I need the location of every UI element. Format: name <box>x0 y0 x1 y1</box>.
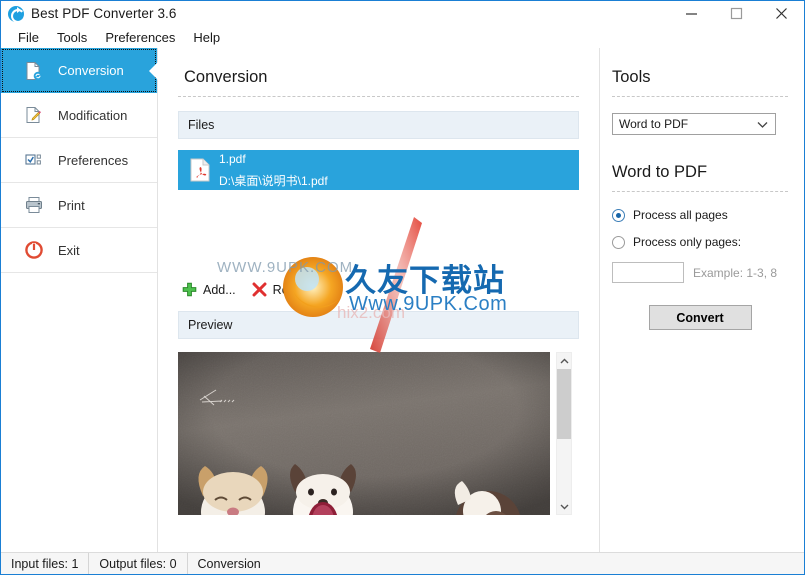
minimize-icon[interactable] <box>669 1 714 26</box>
file-path: D:\桌面\说明书\1.pdf <box>219 174 328 188</box>
menu-item-file[interactable]: File <box>9 28 48 47</box>
sidebar-item-print[interactable]: Print <box>1 183 157 228</box>
title-bar: Best PDF Converter 3.6 <box>1 1 804 26</box>
convert-button-row: Convert <box>612 305 788 330</box>
list-item[interactable]: 1.pdf D:\桌面\说明书\1.pdf <box>178 150 579 190</box>
tool-subtitle-divider <box>612 191 788 192</box>
chevron-down-icon <box>757 117 768 131</box>
file-action-buttons: Add... Remove <box>178 269 579 297</box>
page-title: Conversion <box>184 68 268 86</box>
menu-bar: File Tools Preferences Help <box>1 26 804 48</box>
page-range-row: Example: 1-3, 8 <box>612 262 788 283</box>
sidebar-item-label: Conversion <box>58 63 124 78</box>
status-mode: Conversion <box>197 556 261 571</box>
menu-item-help[interactable]: Help <box>184 28 229 47</box>
tools-title: Tools <box>612 68 651 86</box>
add-file-label: Add... <box>203 282 236 297</box>
sidebar-item-label: Exit <box>58 242 80 258</box>
file-name: 1.pdf <box>219 152 246 167</box>
window-title: Best PDF Converter 3.6 <box>31 6 177 21</box>
file-info: 1.pdf D:\桌面\说明书\1.pdf <box>219 148 328 191</box>
red-x-icon <box>252 282 267 297</box>
sidebar-item-conversion[interactable]: Conversion <box>1 48 157 93</box>
radio-process-only-label: Process only pages: <box>633 235 742 249</box>
document-convert-icon <box>23 60 45 82</box>
sidebar: Conversion Modification Preferences Prin… <box>1 48 158 552</box>
document-edit-icon <box>23 104 45 126</box>
preview-section-header: Preview <box>178 311 579 339</box>
refresh-circle-icon <box>8 5 25 23</box>
sidebar-item-preferences[interactable]: Preferences <box>1 138 157 183</box>
add-file-button[interactable]: Add... <box>182 282 236 297</box>
window-controls <box>669 1 804 26</box>
maximize-icon[interactable] <box>714 1 759 26</box>
close-icon[interactable] <box>759 1 804 26</box>
chevron-down-icon[interactable] <box>556 499 572 514</box>
page-range-hint: Example: 1-3, 8 <box>693 265 778 280</box>
tools-panel: Tools Word to PDF Word to PDF Process al… <box>600 48 804 552</box>
main-body: Conversion Modification Preferences Prin… <box>1 48 804 552</box>
files-list: 1.pdf D:\桌面\说明书\1.pdf <box>178 139 579 269</box>
pdf-file-icon <box>190 158 210 182</box>
application-window: Best PDF Converter 3.6 File Tools Prefer… <box>0 0 805 575</box>
status-output-files: Output files: 0 <box>89 552 188 574</box>
radio-process-only[interactable]: Process only pages: <box>612 235 788 249</box>
plus-icon <box>182 282 197 297</box>
checkbox-list-icon <box>23 149 45 171</box>
sidebar-item-label: Modification <box>58 107 128 123</box>
tool-select[interactable]: Word to PDF <box>612 113 776 135</box>
convert-button[interactable]: Convert <box>648 305 752 330</box>
remove-file-button[interactable]: Remove <box>252 282 320 297</box>
chevron-up-icon[interactable] <box>556 353 572 368</box>
sidebar-item-exit[interactable]: Exit <box>1 228 157 273</box>
sidebar-item-modification[interactable]: Modification <box>1 93 157 138</box>
preview-scrollbar[interactable] <box>556 352 572 515</box>
scrollbar-thumb[interactable] <box>557 369 571 439</box>
center-panel: Conversion Files 1.pdf D:\桌面\说明书\1.pdf A… <box>158 48 600 552</box>
radio-button-icon[interactable] <box>612 208 625 222</box>
radio-process-all[interactable]: Process all pages <box>612 208 788 222</box>
menu-item-preferences[interactable]: Preferences <box>96 28 184 47</box>
radio-button-icon[interactable] <box>612 235 625 249</box>
sidebar-item-label: Preferences <box>58 152 129 168</box>
files-section-header: Files <box>178 111 579 139</box>
tool-subtitle: Word to PDF <box>612 163 708 181</box>
status-bar: Input files: 1 Output files: 0 Conversio… <box>1 552 804 574</box>
title-divider <box>178 96 579 97</box>
radio-process-all-label: Process all pages <box>633 208 728 222</box>
sidebar-item-label: Print <box>58 197 85 213</box>
tool-select-value: Word to PDF <box>619 117 689 131</box>
preview-image <box>178 352 550 515</box>
power-icon <box>23 239 45 261</box>
status-input-files: Input files: 1 <box>1 552 90 574</box>
remove-file-label: Remove <box>272 282 320 297</box>
tools-divider <box>612 96 788 97</box>
page-range-input[interactable] <box>612 262 684 283</box>
preview-area <box>178 339 579 515</box>
printer-icon <box>23 194 45 216</box>
menu-item-tools[interactable]: Tools <box>48 28 96 47</box>
